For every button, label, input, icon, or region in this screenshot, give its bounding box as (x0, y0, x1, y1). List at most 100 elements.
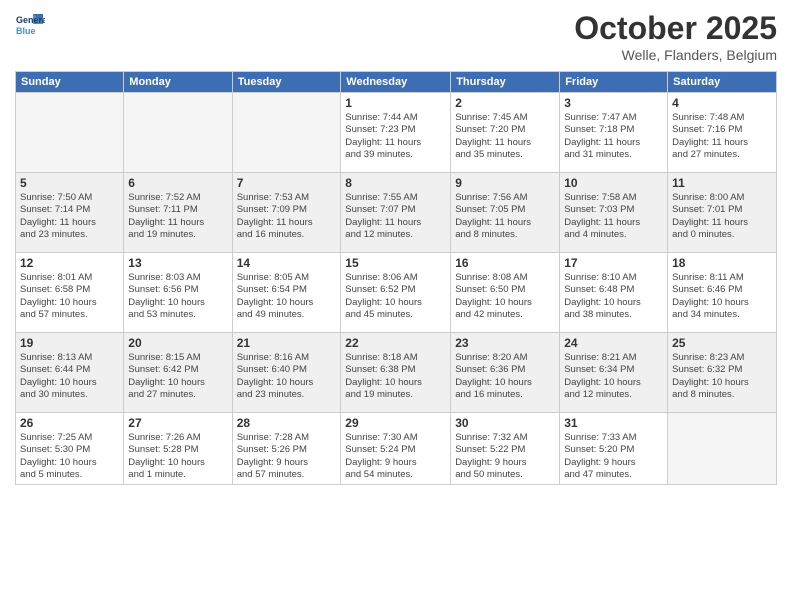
table-row: 2Sunrise: 7:45 AM Sunset: 7:20 PM Daylig… (451, 93, 560, 173)
table-row: 8 Sunrise: 7:55 AM Sunset: 7:07 PM Daylig… (341, 173, 451, 253)
table-row: 13Sunrise: 8:03 AM Sunset: 6:56 PM Dayli… (124, 253, 232, 333)
week-row-4: 19Sunrise: 8:13 AM Sunset: 6:44 PM Dayli… (16, 333, 777, 413)
day-info: Sunrise: 7:47 AM Sunset: 7:18 PM Dayligh… (564, 112, 663, 161)
day-info: Sunrise: 8:03 AM Sunset: 6:56 PM Dayligh… (128, 272, 227, 321)
page: General Blue October 2025 Welle, Flander… (0, 0, 792, 612)
day-number: 6 (128, 176, 227, 190)
week-row-2: 5Sunrise: 7:50 AM Sunset: 7:14 PM Daylig… (16, 173, 777, 253)
table-row: 24Sunrise: 8:21 AM Sunset: 6:34 PM Dayli… (560, 333, 668, 413)
table-row: 10 Sunrise: 7:58 AM Sunset: 7:03 PM Dayli… (560, 173, 668, 253)
table-row: 3Sunrise: 7:47 AM Sunset: 7:18 PM Daylig… (560, 93, 668, 173)
title-block: October 2025 Welle, Flanders, Belgium (574, 10, 777, 63)
table-row: 4Sunrise: 7:48 AM Sunset: 7:16 PM Daylig… (668, 93, 777, 173)
week-row-1: 1 Sunrise: 7:44 AM Sunset: 7:23 PM Daylig… (16, 93, 777, 173)
day-info: Sunrise: 7:32 AM Sunset: 5:22 PM Dayligh… (455, 432, 555, 481)
day-number: 18 (672, 256, 772, 270)
day-number: 16 (455, 256, 555, 270)
day-info: Sunrise: 7:44 AM Sunset: 7:23 PM Dayligh… (345, 112, 446, 161)
table-row (124, 93, 232, 173)
day-info: Sunrise: 7:50 AM Sunset: 7:14 PM Dayligh… (20, 192, 119, 241)
table-row: 1 Sunrise: 7:44 AM Sunset: 7:23 PM Daylig… (341, 93, 451, 173)
day-number: 24 (564, 336, 663, 350)
table-row: 30 Sunrise: 7:32 AM Sunset: 5:22 PM Dayli… (451, 413, 560, 485)
day-number: 31 (564, 416, 663, 430)
day-info: Sunrise: 8:23 AM Sunset: 6:32 PM Dayligh… (672, 352, 772, 401)
logo: General Blue (15, 10, 49, 40)
day-number: 1 (345, 96, 446, 110)
day-info: Sunrise: 8:11 AM Sunset: 6:46 PM Dayligh… (672, 272, 772, 321)
table-row: 20Sunrise: 8:15 AM Sunset: 6:42 PM Dayli… (124, 333, 232, 413)
day-info: Sunrise: 7:53 AM Sunset: 7:09 PM Dayligh… (237, 192, 337, 241)
table-row: 17 Sunrise: 8:10 AM Sunset: 6:48 PM Dayli… (560, 253, 668, 333)
day-number: 10 (564, 176, 663, 190)
day-info: Sunrise: 8:08 AM Sunset: 6:50 PM Dayligh… (455, 272, 555, 321)
table-row: 5Sunrise: 7:50 AM Sunset: 7:14 PM Daylig… (16, 173, 124, 253)
day-info: Sunrise: 8:05 AM Sunset: 6:54 PM Dayligh… (237, 272, 337, 321)
table-row: 9 Sunrise: 7:56 AM Sunset: 7:05 PM Daylig… (451, 173, 560, 253)
day-number: 7 (237, 176, 337, 190)
day-info: Sunrise: 7:25 AM Sunset: 5:30 PM Dayligh… (20, 432, 119, 481)
day-info: Sunrise: 8:06 AM Sunset: 6:52 PM Dayligh… (345, 272, 446, 321)
day-number: 11 (672, 176, 772, 190)
day-info: Sunrise: 7:30 AM Sunset: 5:24 PM Dayligh… (345, 432, 446, 481)
day-info: Sunrise: 8:18 AM Sunset: 6:38 PM Dayligh… (345, 352, 446, 401)
table-row: 31 Sunrise: 7:33 AM Sunset: 5:20 PM Dayli… (560, 413, 668, 485)
table-row (232, 93, 341, 173)
header: General Blue October 2025 Welle, Flander… (15, 10, 777, 63)
day-number: 9 (455, 176, 555, 190)
day-info: Sunrise: 7:26 AM Sunset: 5:28 PM Dayligh… (128, 432, 227, 481)
table-row (16, 93, 124, 173)
header-sunday: Sunday (16, 72, 124, 93)
header-monday: Monday (124, 72, 232, 93)
table-row: 16 Sunrise: 8:08 AM Sunset: 6:50 PM Dayli… (451, 253, 560, 333)
day-info: Sunrise: 8:15 AM Sunset: 6:42 PM Dayligh… (128, 352, 227, 401)
day-number: 29 (345, 416, 446, 430)
weekday-header-row: Sunday Monday Tuesday Wednesday Thursday… (16, 72, 777, 93)
logo-icon: General Blue (15, 10, 45, 40)
table-row: 21 Sunrise: 8:16 AM Sunset: 6:40 PM Dayli… (232, 333, 341, 413)
day-number: 15 (345, 256, 446, 270)
day-info: Sunrise: 8:01 AM Sunset: 6:58 PM Dayligh… (20, 272, 119, 321)
day-info: Sunrise: 7:58 AM Sunset: 7:03 PM Dayligh… (564, 192, 663, 241)
day-number: 21 (237, 336, 337, 350)
day-number: 23 (455, 336, 555, 350)
table-row: 6 Sunrise: 7:52 AM Sunset: 7:11 PM Daylig… (124, 173, 232, 253)
day-info: Sunrise: 8:10 AM Sunset: 6:48 PM Dayligh… (564, 272, 663, 321)
svg-text:Blue: Blue (16, 26, 36, 36)
day-info: Sunrise: 7:33 AM Sunset: 5:20 PM Dayligh… (564, 432, 663, 481)
table-row: 28Sunrise: 7:28 AM Sunset: 5:26 PM Dayli… (232, 413, 341, 485)
day-info: Sunrise: 7:52 AM Sunset: 7:11 PM Dayligh… (128, 192, 227, 241)
day-number: 4 (672, 96, 772, 110)
header-saturday: Saturday (668, 72, 777, 93)
day-number: 26 (20, 416, 119, 430)
table-row: 29 Sunrise: 7:30 AM Sunset: 5:24 PM Dayli… (341, 413, 451, 485)
header-tuesday: Tuesday (232, 72, 341, 93)
table-row: 26 Sunrise: 7:25 AM Sunset: 5:30 PM Dayli… (16, 413, 124, 485)
week-row-5: 26 Sunrise: 7:25 AM Sunset: 5:30 PM Dayli… (16, 413, 777, 485)
day-number: 25 (672, 336, 772, 350)
day-number: 30 (455, 416, 555, 430)
day-number: 14 (237, 256, 337, 270)
svg-text:General: General (16, 15, 45, 25)
table-row: 14 Sunrise: 8:05 AM Sunset: 6:54 PM Dayli… (232, 253, 341, 333)
day-info: Sunrise: 7:55 AM Sunset: 7:07 PM Dayligh… (345, 192, 446, 241)
table-row: 27 Sunrise: 7:26 AM Sunset: 5:28 PM Dayli… (124, 413, 232, 485)
table-row: 19Sunrise: 8:13 AM Sunset: 6:44 PM Dayli… (16, 333, 124, 413)
table-row: 23 Sunrise: 8:20 AM Sunset: 6:36 PM Dayli… (451, 333, 560, 413)
week-row-3: 12Sunrise: 8:01 AM Sunset: 6:58 PM Dayli… (16, 253, 777, 333)
calendar-table: Sunday Monday Tuesday Wednesday Thursday… (15, 71, 777, 485)
day-number: 27 (128, 416, 227, 430)
day-number: 28 (237, 416, 337, 430)
table-row (668, 413, 777, 485)
table-row: 12Sunrise: 8:01 AM Sunset: 6:58 PM Dayli… (16, 253, 124, 333)
day-number: 8 (345, 176, 446, 190)
day-info: Sunrise: 8:20 AM Sunset: 6:36 PM Dayligh… (455, 352, 555, 401)
day-info: Sunrise: 7:56 AM Sunset: 7:05 PM Dayligh… (455, 192, 555, 241)
location-subtitle: Welle, Flanders, Belgium (574, 47, 777, 63)
day-info: Sunrise: 8:00 AM Sunset: 7:01 PM Dayligh… (672, 192, 772, 241)
month-title: October 2025 (574, 10, 777, 47)
day-info: Sunrise: 8:16 AM Sunset: 6:40 PM Dayligh… (237, 352, 337, 401)
day-number: 19 (20, 336, 119, 350)
day-number: 17 (564, 256, 663, 270)
day-number: 2 (455, 96, 555, 110)
